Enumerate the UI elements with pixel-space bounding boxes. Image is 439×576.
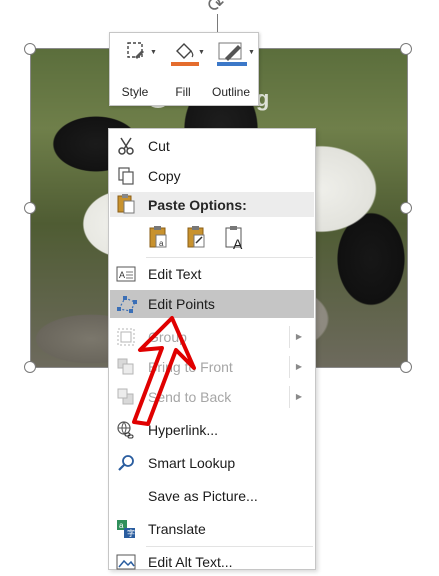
menu-item-save-as-picture[interactable]: Save as Picture...: [110, 482, 314, 510]
edit-points-icon: [116, 294, 137, 314]
paste-options-header: Paste Options:: [110, 192, 314, 217]
copy-icon: [116, 166, 136, 186]
translate-icon: a 字: [116, 519, 136, 539]
paste-keep-text-only-icon[interactable]: A: [223, 223, 249, 253]
group-icon: [116, 327, 136, 347]
menu-item-cut[interactable]: Cut: [110, 132, 314, 160]
menu-item-edit-points[interactable]: Edit Points: [110, 290, 314, 318]
menu-item-label: Cut: [148, 138, 170, 154]
bring-to-front-icon: [116, 357, 136, 377]
menu-item-edit-alt-text[interactable]: Edit Alt Text...: [110, 548, 314, 576]
paste-keep-source-formatting-icon[interactable]: [185, 223, 211, 253]
resize-handle-top-right[interactable]: [400, 43, 412, 55]
paste-use-destination-theme-icon[interactable]: a: [147, 223, 173, 253]
resize-handle-bottom-right[interactable]: [400, 361, 412, 373]
menu-item-edit-text[interactable]: A Edit Text: [110, 260, 314, 288]
svg-text:A: A: [233, 236, 243, 252]
resize-handle-bottom-left[interactable]: [24, 361, 36, 373]
resize-handle-middle-right[interactable]: [400, 202, 412, 214]
menu-item-bring-to-front[interactable]: Bring to Front ▶: [110, 353, 314, 381]
submenu-arrow-icon: ▶: [295, 362, 302, 371]
style-button[interactable]: ▼ Style: [112, 39, 158, 101]
paste-options-label: Paste Options:: [148, 197, 247, 213]
send-to-back-icon: [116, 387, 136, 407]
fill-button[interactable]: ▼ Fill: [160, 39, 206, 101]
menu-item-label: Save as Picture...: [148, 488, 258, 504]
menu-item-label: Edit Alt Text...: [148, 554, 233, 570]
submenu-separator: [289, 386, 290, 408]
paint-bucket-icon: ▼: [160, 39, 206, 69]
submenu-arrow-icon: ▶: [295, 332, 302, 341]
svg-text:A: A: [119, 270, 125, 280]
alt-text-icon: [116, 552, 136, 572]
menu-divider: [146, 546, 313, 547]
menu-item-label: Send to Back: [148, 389, 232, 405]
menu-item-smart-lookup[interactable]: Smart Lookup: [110, 449, 314, 477]
submenu-arrow-icon: ▶: [295, 392, 302, 401]
menu-item-label: Copy: [148, 168, 181, 184]
menu-item-translate[interactable]: a 字 Translate: [110, 515, 314, 543]
style-label: Style: [121, 85, 149, 99]
svg-text:字: 字: [127, 528, 135, 538]
hyperlink-globe-icon: [116, 420, 136, 440]
scissors-icon: [116, 136, 136, 156]
outline-label: Outline: [211, 85, 251, 99]
chevron-down-icon: ▼: [150, 49, 157, 56]
menu-item-label: Edit Points: [148, 296, 215, 312]
menu-item-label: Edit Text: [148, 266, 202, 282]
mini-toolbar: ▼ Style ▼ Fill ▼ Outline: [109, 32, 259, 106]
resize-handle-middle-left[interactable]: [24, 202, 36, 214]
menu-item-copy[interactable]: Copy: [110, 162, 314, 190]
fill-label: Fill: [175, 85, 191, 99]
submenu-separator: [289, 356, 290, 378]
menu-item-label: Bring to Front: [148, 359, 233, 375]
menu-item-group[interactable]: Group ▶: [110, 323, 314, 351]
chevron-down-icon: ▼: [248, 49, 255, 56]
menu-item-label: Smart Lookup: [148, 455, 236, 471]
submenu-separator: [289, 326, 290, 348]
svg-text:a: a: [159, 239, 164, 248]
resize-handle-top-left[interactable]: [24, 43, 36, 55]
edit-text-icon: A: [116, 264, 136, 284]
rotate-handle-icon[interactable]: ⟳: [205, 0, 227, 16]
context-menu: Cut Copy Paste Options: a A A Edit Text …: [108, 128, 316, 570]
pen-outline-icon: ▼: [208, 39, 255, 69]
menu-divider: [146, 257, 313, 258]
outline-button[interactable]: ▼ Outline: [208, 39, 255, 101]
chevron-down-icon: ▼: [198, 49, 205, 56]
shape-style-icon: ▼: [112, 39, 158, 69]
search-icon: [116, 453, 136, 473]
menu-item-label: Hyperlink...: [148, 422, 219, 438]
menu-item-label: Group: [148, 329, 187, 345]
svg-text:a: a: [119, 521, 124, 530]
menu-item-hyperlink[interactable]: Hyperlink...: [110, 416, 314, 444]
menu-item-label: Translate: [148, 521, 206, 537]
clipboard-icon: [115, 193, 137, 220]
menu-item-send-to-back[interactable]: Send to Back ▶: [110, 383, 314, 411]
